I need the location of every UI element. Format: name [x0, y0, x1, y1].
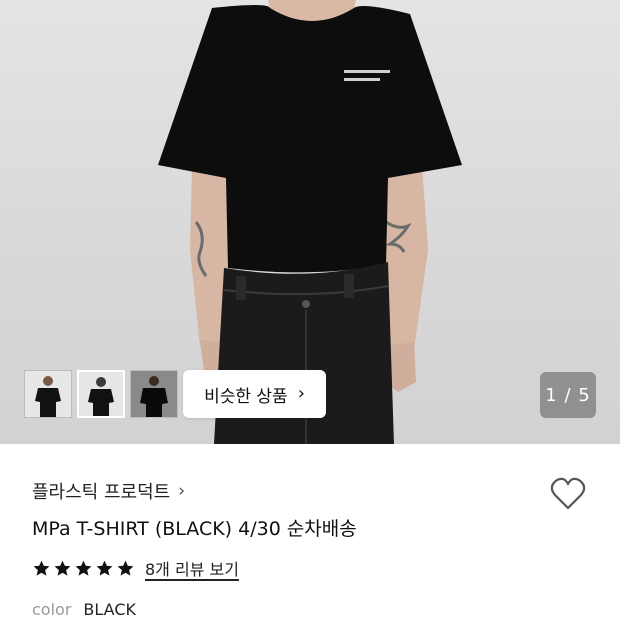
heart-outline-icon[interactable]	[548, 474, 588, 514]
thumbnail-strip	[24, 370, 178, 418]
thumbnail-3[interactable]	[130, 370, 178, 418]
rating-stars	[32, 559, 135, 578]
thumbnail-image	[88, 377, 114, 416]
similar-products-label: 비슷한 상품	[204, 386, 288, 407]
product-image-carousel[interactable]: 비슷한 상품 › 1 / 5	[0, 0, 620, 444]
star-filled-icon	[54, 560, 71, 576]
star-filled-icon	[75, 560, 92, 576]
thumbnail-image	[140, 376, 168, 417]
review-link[interactable]: 8개 리뷰 보기	[145, 556, 239, 580]
star-filled-icon	[33, 560, 50, 576]
thumbnail-1[interactable]	[24, 370, 72, 418]
star-filled-icon	[117, 560, 134, 576]
product-title: MPa T-SHIRT (BLACK) 4/30 순차배송	[32, 518, 357, 540]
color-value: BLACK	[83, 600, 136, 619]
chevron-right-icon: ›	[178, 481, 186, 501]
image-counter: 1 / 5	[540, 372, 596, 418]
thumbnail-2[interactable]	[77, 370, 125, 418]
brand-link[interactable]: 플라스틱 프로덕트 ›	[32, 478, 185, 504]
chevron-right-icon: ›	[297, 383, 305, 404]
brand-name: 플라스틱 프로덕트	[32, 482, 171, 503]
star-filled-icon	[96, 560, 113, 576]
color-label: color	[32, 600, 72, 619]
color-row: color BLACK	[32, 600, 136, 619]
thumbnail-image	[35, 376, 61, 417]
rating-row: 8개 리뷰 보기	[32, 556, 239, 580]
similar-products-button[interactable]: 비슷한 상품 ›	[183, 370, 326, 418]
